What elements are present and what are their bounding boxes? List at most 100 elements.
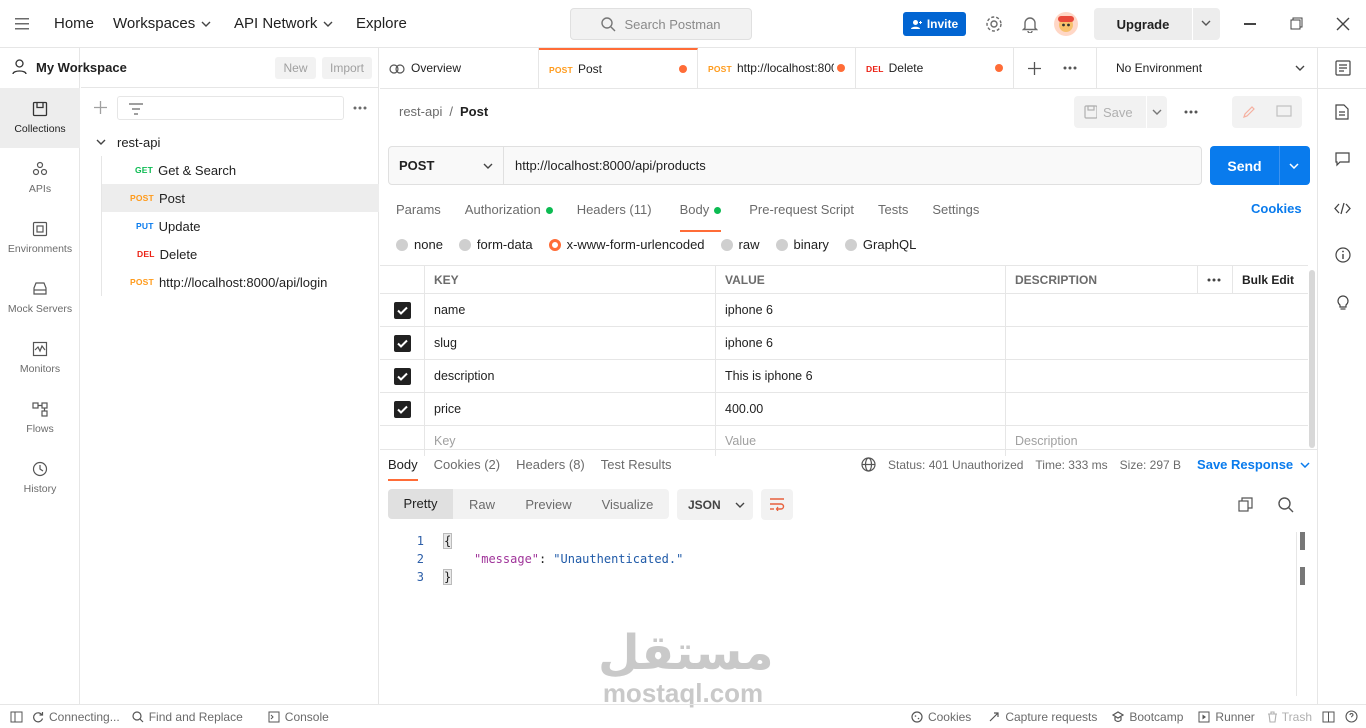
import-button[interactable]: Import xyxy=(322,57,372,79)
console-button[interactable]: Console xyxy=(268,710,329,724)
row-description[interactable] xyxy=(1005,327,1308,359)
code-snippet-icon[interactable] xyxy=(1334,202,1351,215)
collection-rest-api[interactable]: rest-api xyxy=(81,128,379,156)
rail-history[interactable]: History xyxy=(0,448,80,508)
new-tab-icon[interactable] xyxy=(1014,61,1054,75)
rail-collections[interactable]: Collections xyxy=(0,88,80,148)
row-checkbox[interactable] xyxy=(393,301,411,319)
sidebar-toggle-icon[interactable] xyxy=(10,711,23,723)
request-more-icon[interactable] xyxy=(1184,110,1198,114)
row-value[interactable]: This is iphone 6 xyxy=(715,360,1005,392)
minimize-window-icon[interactable] xyxy=(1244,23,1256,25)
row-value[interactable]: iphone 6 xyxy=(715,294,1005,326)
nav-explore[interactable]: Explore xyxy=(356,15,407,32)
tab-overview[interactable]: Overview xyxy=(380,48,539,88)
nav-workspaces[interactable]: Workspaces xyxy=(113,15,211,32)
tab-delete[interactable]: DEL Delete xyxy=(856,48,1014,88)
view-raw[interactable]: Raw xyxy=(453,497,511,512)
new-key-input[interactable]: Key xyxy=(424,426,715,456)
status-text[interactable]: Status: 401 Unauthorized xyxy=(888,458,1023,472)
tab-response-body[interactable]: Body xyxy=(388,457,418,481)
row-value[interactable]: iphone 6 xyxy=(715,327,1005,359)
rail-monitors[interactable]: Monitors xyxy=(0,328,80,388)
table-scrollbar[interactable] xyxy=(1309,270,1315,448)
save-response-button[interactable]: Save Response xyxy=(1197,457,1310,472)
row-description[interactable] xyxy=(1005,393,1308,425)
add-collection-icon[interactable] xyxy=(94,101,107,114)
environment-select[interactable]: No Environment xyxy=(1096,48,1317,88)
tab-tests[interactable]: Tests xyxy=(878,202,908,217)
rail-environments[interactable]: Environments xyxy=(0,208,80,268)
tab-body[interactable]: Body xyxy=(679,202,722,232)
new-description-input[interactable]: Description xyxy=(1005,426,1308,456)
nav-api-network[interactable]: API Network xyxy=(234,15,333,32)
bulk-edit-button[interactable]: Bulk Edit xyxy=(1232,266,1308,293)
settings-icon[interactable] xyxy=(985,15,1003,33)
restore-window-icon[interactable] xyxy=(1290,17,1303,30)
notifications-bell-icon[interactable] xyxy=(1022,15,1038,33)
cookies-button[interactable]: Cookies xyxy=(911,710,971,724)
tab-settings[interactable]: Settings xyxy=(932,202,979,217)
row-value[interactable]: 400.00 xyxy=(715,393,1005,425)
row-description[interactable] xyxy=(1005,294,1308,326)
method-select[interactable]: POST xyxy=(389,147,504,184)
info-icon[interactable] xyxy=(1335,247,1351,263)
tab-test-results[interactable]: Test Results xyxy=(601,457,672,481)
rail-mock-servers[interactable]: Mock Servers xyxy=(0,268,80,328)
close-window-icon[interactable] xyxy=(1336,17,1350,31)
row-key[interactable]: price xyxy=(424,393,715,425)
table-more-icon[interactable] xyxy=(1197,266,1232,293)
wrap-lines-button[interactable] xyxy=(761,489,793,520)
row-checkbox[interactable] xyxy=(393,367,411,385)
row-checkbox[interactable] xyxy=(393,334,411,352)
capture-requests-button[interactable]: Capture requests xyxy=(988,710,1097,724)
tab-post-login[interactable]: POST http://localhost:800 xyxy=(698,48,856,88)
radio-graphql[interactable]: GraphQL xyxy=(844,237,916,252)
code-scrollbar[interactable] xyxy=(1300,532,1305,550)
connecting-status[interactable]: Connecting... xyxy=(32,710,120,724)
new-value-input[interactable]: Value xyxy=(715,426,1005,456)
breadcrumb-parent[interactable]: rest-api xyxy=(399,104,442,119)
view-pretty[interactable]: Pretty xyxy=(388,489,453,519)
request-item-login[interactable]: POST http://localhost:8000/api/login xyxy=(81,268,379,296)
comments-icon[interactable] xyxy=(1335,152,1350,167)
row-key[interactable]: name xyxy=(424,294,715,326)
tab-headers[interactable]: Headers (11) xyxy=(577,202,652,217)
tab-post[interactable]: POST Post xyxy=(539,48,698,88)
radio-none[interactable]: none xyxy=(396,237,443,252)
avatar[interactable] xyxy=(1054,12,1078,36)
row-description[interactable] xyxy=(1005,360,1308,392)
time-text[interactable]: Time: 333 ms xyxy=(1035,458,1107,472)
view-preview[interactable]: Preview xyxy=(511,497,586,512)
documentation-icon[interactable] xyxy=(1335,104,1349,120)
radio-raw[interactable]: raw xyxy=(720,237,760,252)
url-input[interactable]: http://localhost:8000/api/products xyxy=(504,158,706,173)
new-button[interactable]: New xyxy=(275,57,316,79)
rail-flows[interactable]: Flows xyxy=(0,388,80,448)
layout-split-icon[interactable] xyxy=(1322,711,1335,723)
find-replace-button[interactable]: Find and Replace xyxy=(132,710,243,724)
menu-icon[interactable] xyxy=(15,17,31,31)
request-item-get-search[interactable]: GET Get & Search xyxy=(81,156,379,184)
filter-input[interactable] xyxy=(117,96,344,120)
size-text[interactable]: Size: 297 B xyxy=(1120,458,1181,472)
request-item-post[interactable]: POST Post xyxy=(102,184,379,212)
code-scrollbar-thumb[interactable] xyxy=(1300,567,1305,585)
runner-button[interactable]: Runner xyxy=(1198,710,1255,724)
search-input[interactable]: Search Postman xyxy=(570,8,752,40)
tab-params[interactable]: Params xyxy=(396,202,441,217)
trash-button[interactable]: Trash xyxy=(1267,710,1312,724)
copy-icon[interactable] xyxy=(1238,497,1253,512)
send-button[interactable]: Send xyxy=(1210,146,1310,185)
edit-comments-toggle[interactable] xyxy=(1232,96,1302,128)
row-checkbox[interactable] xyxy=(393,400,411,418)
radio-form-data[interactable]: form-data xyxy=(458,237,533,252)
tab-response-headers[interactable]: Headers (8) xyxy=(516,457,585,481)
search-response-icon[interactable] xyxy=(1278,497,1294,513)
tab-response-cookies[interactable]: Cookies (2) xyxy=(434,457,500,481)
invite-button[interactable]: Invite xyxy=(903,12,966,36)
upgrade-button[interactable]: Upgrade xyxy=(1094,8,1220,40)
radio-urlencoded[interactable]: x-www-form-urlencoded xyxy=(548,237,705,252)
nav-home[interactable]: Home xyxy=(54,15,94,32)
tabs-more-icon[interactable] xyxy=(1054,66,1086,70)
